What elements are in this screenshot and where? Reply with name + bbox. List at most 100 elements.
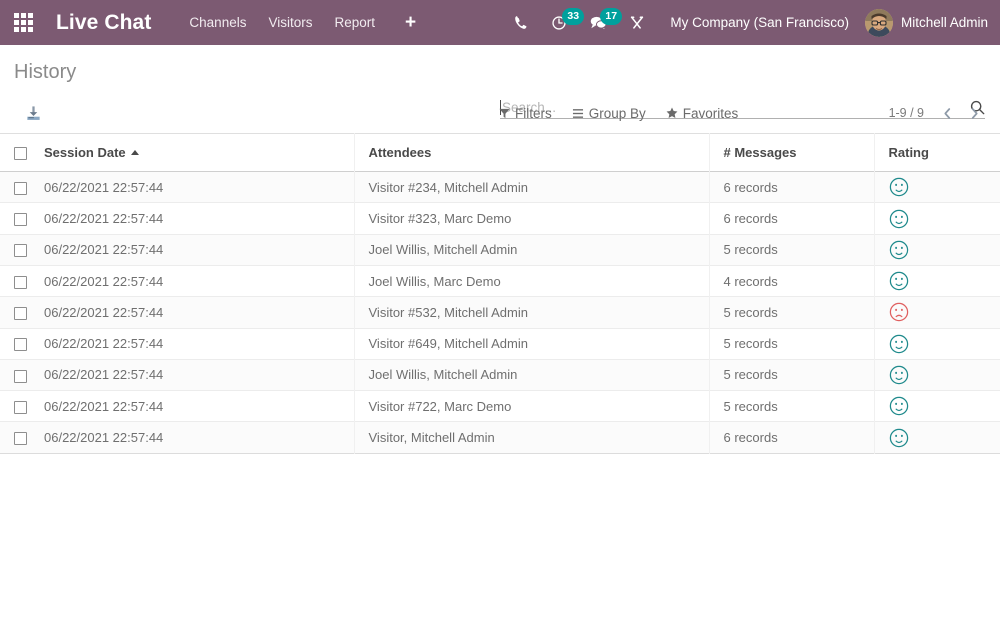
- tools-wrench-icon[interactable]: [618, 0, 656, 45]
- add-new-icon[interactable]: +: [405, 13, 416, 32]
- top-navbar: Live Chat Channels Visitors Report + 33: [0, 0, 1000, 45]
- cell-attendees: Visitor #323, Marc Demo: [354, 202, 710, 235]
- activity-clock-icon[interactable]: 33: [540, 0, 585, 45]
- table-row[interactable]: 06/22/2021 22:57:44 Joel Willis, Mitchell…: [0, 234, 1000, 266]
- row-checkbox[interactable]: [14, 244, 27, 258]
- list-view: Session Date Attendees # Messages Rating…: [0, 133, 1000, 614]
- cell-rating: [874, 203, 1000, 234]
- table-row[interactable]: 06/22/2021 22:57:44 Joel Willis, Marc Dem…: [0, 265, 1000, 297]
- cell-session-date: 06/22/2021 22:57:44: [44, 421, 355, 454]
- row-checkbox[interactable]: [14, 432, 27, 446]
- empty-area: [0, 453, 1000, 614]
- cell-messages: 6 records: [709, 421, 875, 454]
- filter-buttons: Filters Group By Favorites: [499, 93, 738, 133]
- group-by-bars-icon: [572, 108, 583, 118]
- pager-count: 1-9 / 9: [888, 106, 924, 120]
- rating-happy-face-icon[interactable]: [889, 428, 909, 448]
- nav-item-report[interactable]: Report: [334, 15, 375, 30]
- history-table: Session Date Attendees # Messages Rating…: [0, 133, 1000, 454]
- cell-messages: 5 records: [709, 234, 875, 266]
- table-row[interactable]: 06/22/2021 22:57:44 Visitor #532, Mitchel…: [0, 296, 1000, 329]
- filters-label: Filters: [515, 105, 552, 121]
- user-menu[interactable]: Mitchell Admin: [864, 8, 988, 37]
- nav-item-channels[interactable]: Channels: [189, 15, 246, 30]
- rating-happy-face-icon[interactable]: [889, 240, 909, 260]
- row-checkbox[interactable]: [14, 275, 27, 289]
- cell-session-date: 06/22/2021 22:57:44: [44, 171, 355, 203]
- company-switcher[interactable]: My Company (San Francisco): [670, 15, 849, 30]
- cell-messages: 6 records: [709, 171, 875, 203]
- app-brand-title[interactable]: Live Chat: [56, 11, 151, 35]
- table-body: 06/22/2021 22:57:44 Visitor #234, Mitchel…: [0, 171, 1000, 454]
- column-header-session-date[interactable]: Session Date: [44, 133, 355, 172]
- table-row[interactable]: 06/22/2021 22:57:44 Visitor, Mitchell Adm…: [0, 421, 1000, 454]
- row-select-cell: [0, 234, 44, 265]
- select-all-checkbox[interactable]: [14, 147, 27, 161]
- table-header-row: Session Date Attendees # Messages Rating: [0, 133, 1000, 172]
- rating-happy-face-icon[interactable]: [889, 209, 909, 229]
- column-header-attendees[interactable]: Attendees: [354, 133, 710, 172]
- cell-attendees: Joel Willis, Mitchell Admin: [354, 234, 710, 266]
- table-row[interactable]: 06/22/2021 22:57:44 Joel Willis, Mitchell…: [0, 359, 1000, 391]
- row-checkbox[interactable]: [14, 213, 27, 227]
- column-label-attendees: Attendees: [368, 145, 432, 161]
- user-avatar: [864, 8, 893, 37]
- rating-happy-face-icon[interactable]: [889, 334, 909, 354]
- group-by-button[interactable]: Group By: [572, 106, 646, 121]
- group-by-label: Group By: [588, 105, 646, 121]
- cell-rating: [874, 297, 1000, 328]
- cell-rating: [874, 234, 1000, 265]
- column-header-messages[interactable]: # Messages: [709, 133, 875, 172]
- favorites-button[interactable]: Favorites: [666, 105, 739, 121]
- filters-button[interactable]: Filters: [499, 106, 552, 121]
- cell-messages: 5 records: [709, 359, 875, 391]
- row-checkbox[interactable]: [14, 369, 27, 383]
- table-row[interactable]: 06/22/2021 22:57:44 Visitor #234, Mitchel…: [0, 171, 1000, 203]
- row-checkbox[interactable]: [14, 181, 27, 195]
- messages-chat-icon[interactable]: 17: [578, 0, 623, 45]
- apps-grid-icon[interactable]: [6, 6, 40, 40]
- cell-attendees: Joel Willis, Mitchell Admin: [354, 359, 710, 391]
- cell-rating: [874, 265, 1000, 296]
- row-select-cell: [0, 297, 44, 328]
- row-checkbox[interactable]: [14, 338, 27, 352]
- column-label-rating: Rating: [888, 145, 929, 161]
- cell-session-date: 06/22/2021 22:57:44: [44, 265, 355, 297]
- row-checkbox[interactable]: [14, 306, 27, 320]
- rating-happy-face-icon[interactable]: [889, 396, 909, 416]
- cell-messages: 5 records: [709, 296, 875, 329]
- cell-attendees: Visitor #234, Mitchell Admin: [354, 171, 710, 203]
- chevron-right-icon[interactable]: [963, 106, 986, 121]
- chevron-left-icon[interactable]: [936, 106, 959, 121]
- rating-happy-face-icon[interactable]: [889, 365, 909, 385]
- control-panel-top-row: History: [0, 45, 1000, 93]
- row-select-cell: [0, 265, 44, 296]
- rating-happy-face-icon[interactable]: [889, 271, 909, 291]
- cell-attendees: Visitor #649, Mitchell Admin: [354, 328, 710, 360]
- favorites-label: Favorites: [682, 105, 739, 121]
- cell-rating: [874, 422, 1000, 453]
- table-row[interactable]: 06/22/2021 22:57:44 Visitor #722, Marc De…: [0, 390, 1000, 422]
- cell-session-date: 06/22/2021 22:57:44: [44, 296, 355, 329]
- sort-asc-icon: [130, 150, 139, 156]
- rating-happy-face-icon[interactable]: [889, 177, 909, 197]
- cell-session-date: 06/22/2021 22:57:44: [44, 202, 355, 235]
- nav-item-visitors[interactable]: Visitors: [268, 15, 312, 30]
- filter-funnel-icon: [499, 108, 510, 118]
- row-checkbox[interactable]: [14, 400, 27, 414]
- cell-messages: 4 records: [709, 265, 875, 297]
- cell-messages: 5 records: [709, 390, 875, 422]
- row-select-cell: [0, 359, 44, 390]
- user-name-label: Mitchell Admin: [900, 15, 988, 30]
- cell-rating: [874, 172, 1000, 203]
- download-export-icon[interactable]: [25, 105, 42, 122]
- cell-rating: [874, 391, 1000, 422]
- row-select-cell: [0, 422, 44, 453]
- table-row[interactable]: 06/22/2021 22:57:44 Visitor #649, Mitchel…: [0, 328, 1000, 360]
- control-panel: History Filters: [0, 45, 1000, 133]
- cell-attendees: Visitor #722, Marc Demo: [354, 390, 710, 422]
- column-header-rating[interactable]: Rating: [874, 134, 1000, 172]
- rating-sad-face-icon[interactable]: [889, 302, 909, 322]
- phone-icon[interactable]: [503, 0, 540, 45]
- table-row[interactable]: 06/22/2021 22:57:44 Visitor #323, Marc De…: [0, 202, 1000, 235]
